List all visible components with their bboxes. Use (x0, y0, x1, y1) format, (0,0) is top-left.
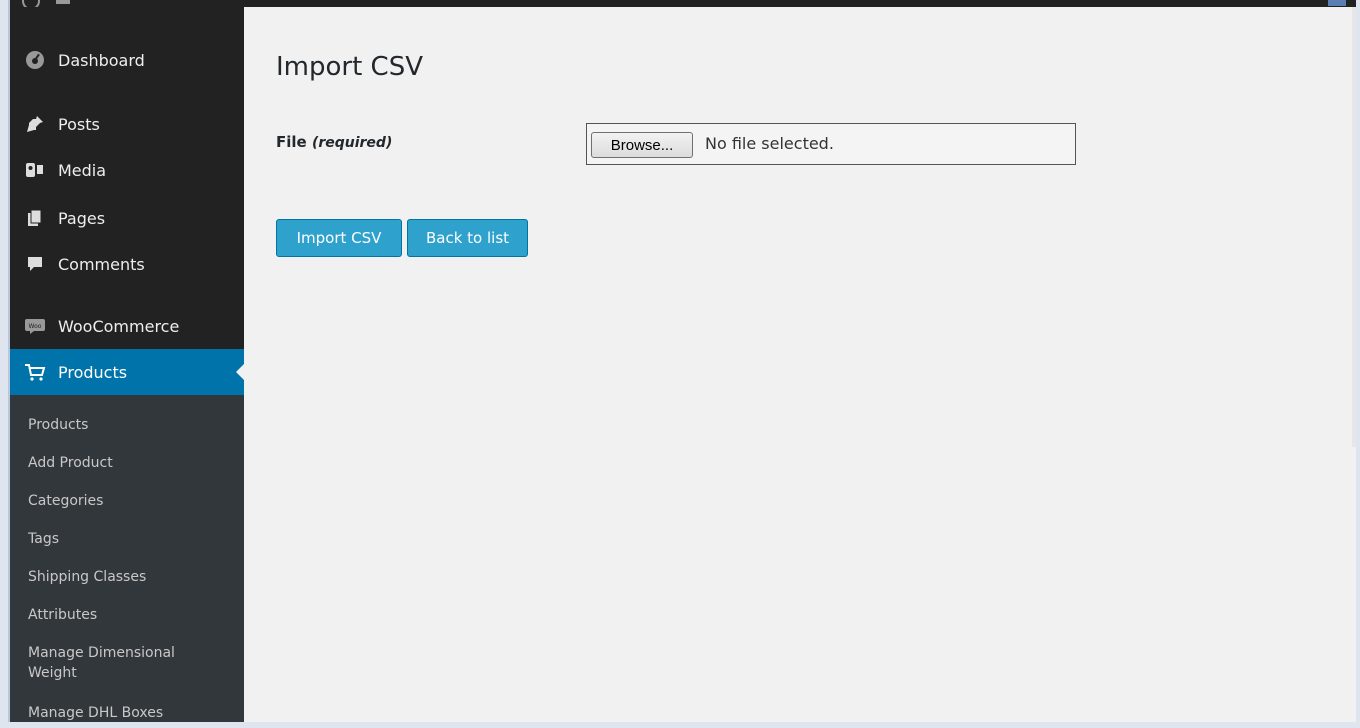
main-content: Import CSV File (required) Browse... No … (244, 7, 1356, 722)
sidebar-item-media[interactable]: Media (10, 153, 244, 187)
sidebar-item-label: Products (58, 362, 128, 382)
svg-text:Woo: Woo (29, 323, 42, 330)
sidebar-item-dashboard[interactable]: Dashboard (10, 43, 244, 77)
required-note: (required) (311, 135, 393, 151)
submenu-item-add-product[interactable]: Add Product (28, 453, 113, 473)
submenu-item-categories[interactable]: Categories (28, 491, 103, 511)
dashboard-icon (24, 49, 46, 71)
submenu-item-products[interactable]: Products (28, 415, 88, 435)
file-input[interactable]: Browse... No file selected. (586, 123, 1076, 165)
sidebar-item-label: Posts (58, 114, 100, 134)
sidebar-item-label: Media (58, 160, 107, 180)
sidebar-item-label: WooCommerce (58, 316, 180, 336)
browser-window: Dashboard Posts Media Pages Comments Woo… (8, 0, 1356, 722)
page-title: Import CSV (276, 52, 423, 82)
back-to-list-button[interactable]: Back to list (407, 219, 528, 257)
browse-button[interactable]: Browse... (591, 132, 693, 158)
woo-icon: Woo (24, 315, 46, 337)
active-indicator (236, 364, 244, 380)
products-submenu: Products Add Product Categories Tags Shi… (10, 395, 244, 722)
submenu-item-shipping-classes[interactable]: Shipping Classes (28, 567, 146, 587)
sidebar-item-products[interactable]: Products (10, 349, 244, 395)
file-status-text: No file selected. (705, 134, 834, 153)
sidebar-item-label: Pages (58, 208, 106, 228)
scrollbar[interactable] (1352, 7, 1356, 447)
home-icon[interactable] (56, 0, 70, 4)
sidebar-item-label: Dashboard (58, 50, 145, 70)
admin-bar (10, 0, 1356, 10)
media-icon (24, 159, 46, 181)
cart-icon (24, 361, 46, 383)
comment-icon (24, 253, 46, 275)
submenu-item-attributes[interactable]: Attributes (28, 605, 97, 625)
submenu-item-manage-dhl-boxes[interactable]: Manage DHL Boxes (28, 703, 163, 722)
admin-sidebar: Dashboard Posts Media Pages Comments Woo… (10, 7, 244, 722)
file-field-label: File (required) (276, 133, 392, 151)
sidebar-item-label: Comments (58, 254, 145, 274)
sidebar-item-posts[interactable]: Posts (10, 107, 244, 141)
file-label-text: File (276, 133, 307, 151)
import-csv-button[interactable]: Import CSV (276, 219, 402, 257)
avatar[interactable] (1328, 0, 1346, 6)
sidebar-item-comments[interactable]: Comments (10, 247, 244, 281)
submenu-item-tags[interactable]: Tags (28, 529, 59, 549)
sidebar-item-pages[interactable]: Pages (10, 201, 244, 235)
pin-icon (24, 113, 46, 135)
sidebar-item-woocommerce[interactable]: Woo WooCommerce (10, 309, 244, 343)
submenu-item-manage-dimensional-weight[interactable]: Manage Dimensional Weight (28, 643, 218, 683)
pages-icon (24, 207, 46, 229)
